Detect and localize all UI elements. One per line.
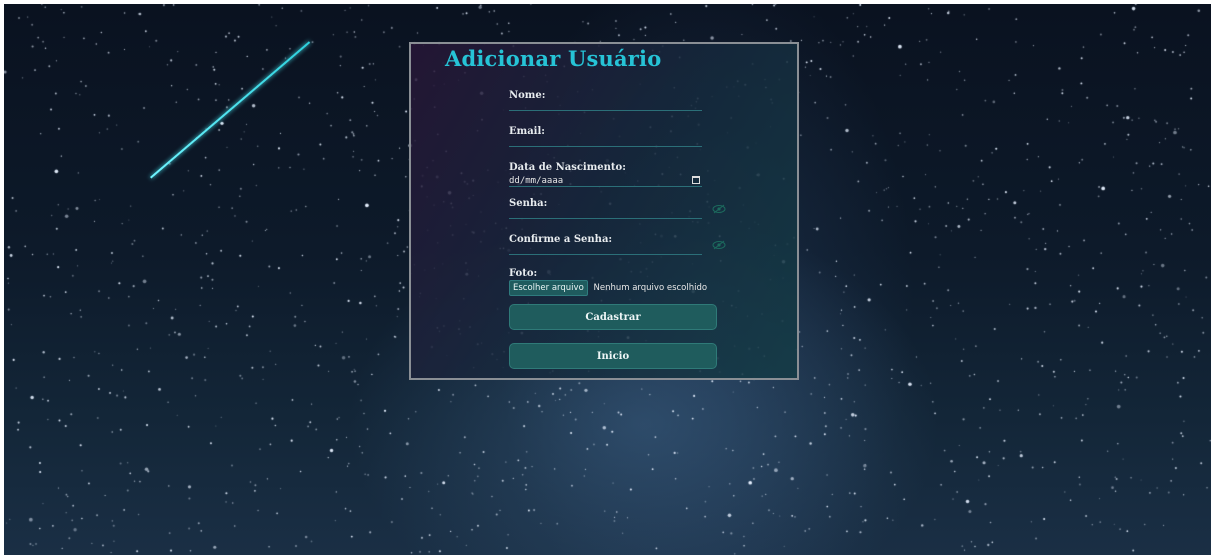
inicio-button[interactable]: Inicio — [509, 343, 717, 369]
date-placeholder: dd/mm/aaaa — [509, 176, 564, 186]
foto-label: Foto: — [509, 268, 538, 279]
eye-slash-icon[interactable] — [712, 204, 726, 214]
email-field[interactable]: Email: — [509, 126, 702, 148]
file-input[interactable]: Escolher arquivo Nenhum arquivo escolhid… — [509, 280, 707, 296]
cadastrar-button[interactable]: Cadastrar — [509, 304, 717, 330]
data-nascimento-label: Data de Nascimento: — [509, 162, 626, 173]
add-user-form-panel: Adicionar Usuário Nome: Email: Data de N… — [409, 42, 799, 380]
email-underline — [509, 146, 702, 147]
nome-field[interactable]: Nome: — [509, 90, 702, 112]
calendar-icon[interactable] — [692, 176, 700, 184]
data-underline — [509, 186, 702, 187]
eye-slash-icon[interactable] — [712, 240, 726, 250]
nome-underline — [509, 110, 702, 111]
senha-field[interactable]: Senha: — [509, 198, 702, 220]
choose-file-button[interactable]: Escolher arquivo — [509, 280, 588, 296]
data-nascimento-field[interactable]: Data de Nascimento: dd/mm/aaaa — [509, 162, 702, 188]
email-label: Email: — [509, 126, 545, 137]
page-title: Adicionar Usuário — [445, 46, 662, 71]
senha-label: Senha: — [509, 198, 548, 209]
confirma-senha-field[interactable]: Confirme a Senha: — [509, 234, 702, 256]
senha-underline — [509, 218, 702, 219]
nome-label: Nome: — [509, 90, 546, 101]
file-status: Nenhum arquivo escolhido — [593, 283, 708, 293]
confirma-senha-label: Confirme a Senha: — [509, 234, 613, 245]
foto-field: Foto: — [509, 268, 702, 280]
confirma-underline — [509, 254, 702, 255]
